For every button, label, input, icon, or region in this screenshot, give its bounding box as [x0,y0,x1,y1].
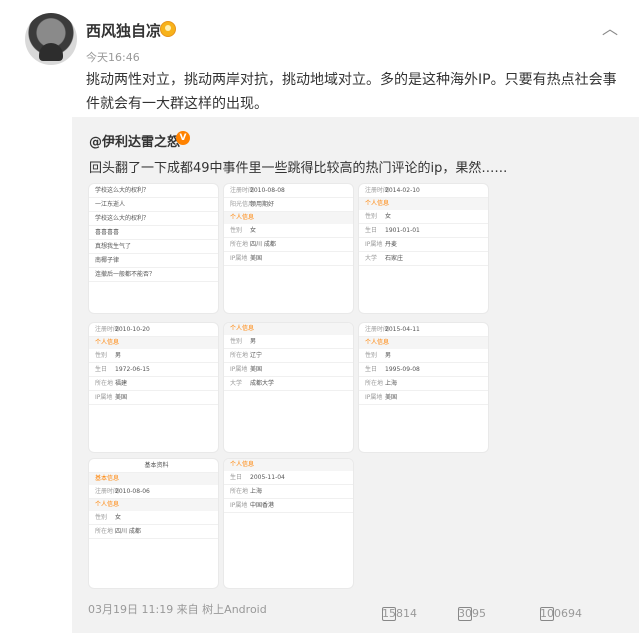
comment-row: 喜喜喜喜 [89,226,218,240]
image-thumbnail[interactable]: 注册时间2015-04-11 个人信息 性别男 生日 1995-09-08 所在地… [358,322,489,453]
vip-badge-icon [160,21,176,37]
image-thumbnail[interactable]: 基本资料 基本信息 注册时间2010-08-06 个人信息 性别女 所在地 四川 … [88,458,219,589]
username[interactable]: 西风独自凉 [86,20,161,41]
comment-row: 一江东逝人 [89,198,218,212]
post-source: 03月19日 11:19 来自 树上Android [88,603,267,616]
quoted-post[interactable]: @伊利达雷之怒 V 回头翻了一下成都49中事件里一些跳得比较高的热门评论的ip，… [72,117,639,633]
avatar[interactable] [25,13,77,65]
post-time: 今天16:46 [86,51,140,64]
image-thumbnail[interactable]: 个人信息 生日 2005-11-04 所在地 上海 IP属地 中国香港 [223,458,354,589]
image-thumbnail[interactable]: 学校这么大的权利？ 一江东逝人 学校这么大的权利？ 喜喜喜喜 真想我生气了 南椰… [88,183,219,314]
quoted-text: 回头翻了一下成都49中事件里一些跳得比较高的热门评论的ip，果然…… [89,161,508,176]
comment-row: 南椰子律 [89,254,218,268]
image-thumbnail[interactable]: 个人信息 性别男 所在地 辽宁 IP属地 美国 大学 成都大学 [223,322,354,453]
post-text: 挑动两性对立，挑动两岸对抗，挑动地域对立。多的是这种海外IP。只要有热点社会事件… [86,72,617,112]
image-thumbnail[interactable]: 注册时间2014-02-10 个人信息 性别女 生日 1901-01-01 IP属… [358,183,489,314]
quoted-author[interactable]: @伊利达雷之怒 [89,131,180,150]
image-thumbnail[interactable]: 注册时间2010-08-08 阳光信用领用期好 个人信息 性别女 所在地 四川 成… [223,183,354,314]
image-thumbnail[interactable]: 注册时间2010-10-20 个人信息 性别男 生日 1972-06-15 所在地… [88,322,219,453]
post-footer: 03月19日 11:19 来自 树上Android 15814 3095 100… [88,603,582,621]
comment-row: 连撤后一般都不能否？ [89,268,218,282]
verified-icon: V [176,131,190,145]
chevron-down-icon[interactable]: ︿ [602,15,618,39]
comment-row: 真想我生气了 [89,240,218,254]
comment-row: 学校这么大的权利？ [89,212,218,226]
weibo-post: 西风独自凉 今天16:46 ︿ 挑动两性对立，挑动两岸对抗，挑动地域对立。多的是… [0,0,639,633]
comment-row: 学校这么大的权利？ [89,184,218,198]
